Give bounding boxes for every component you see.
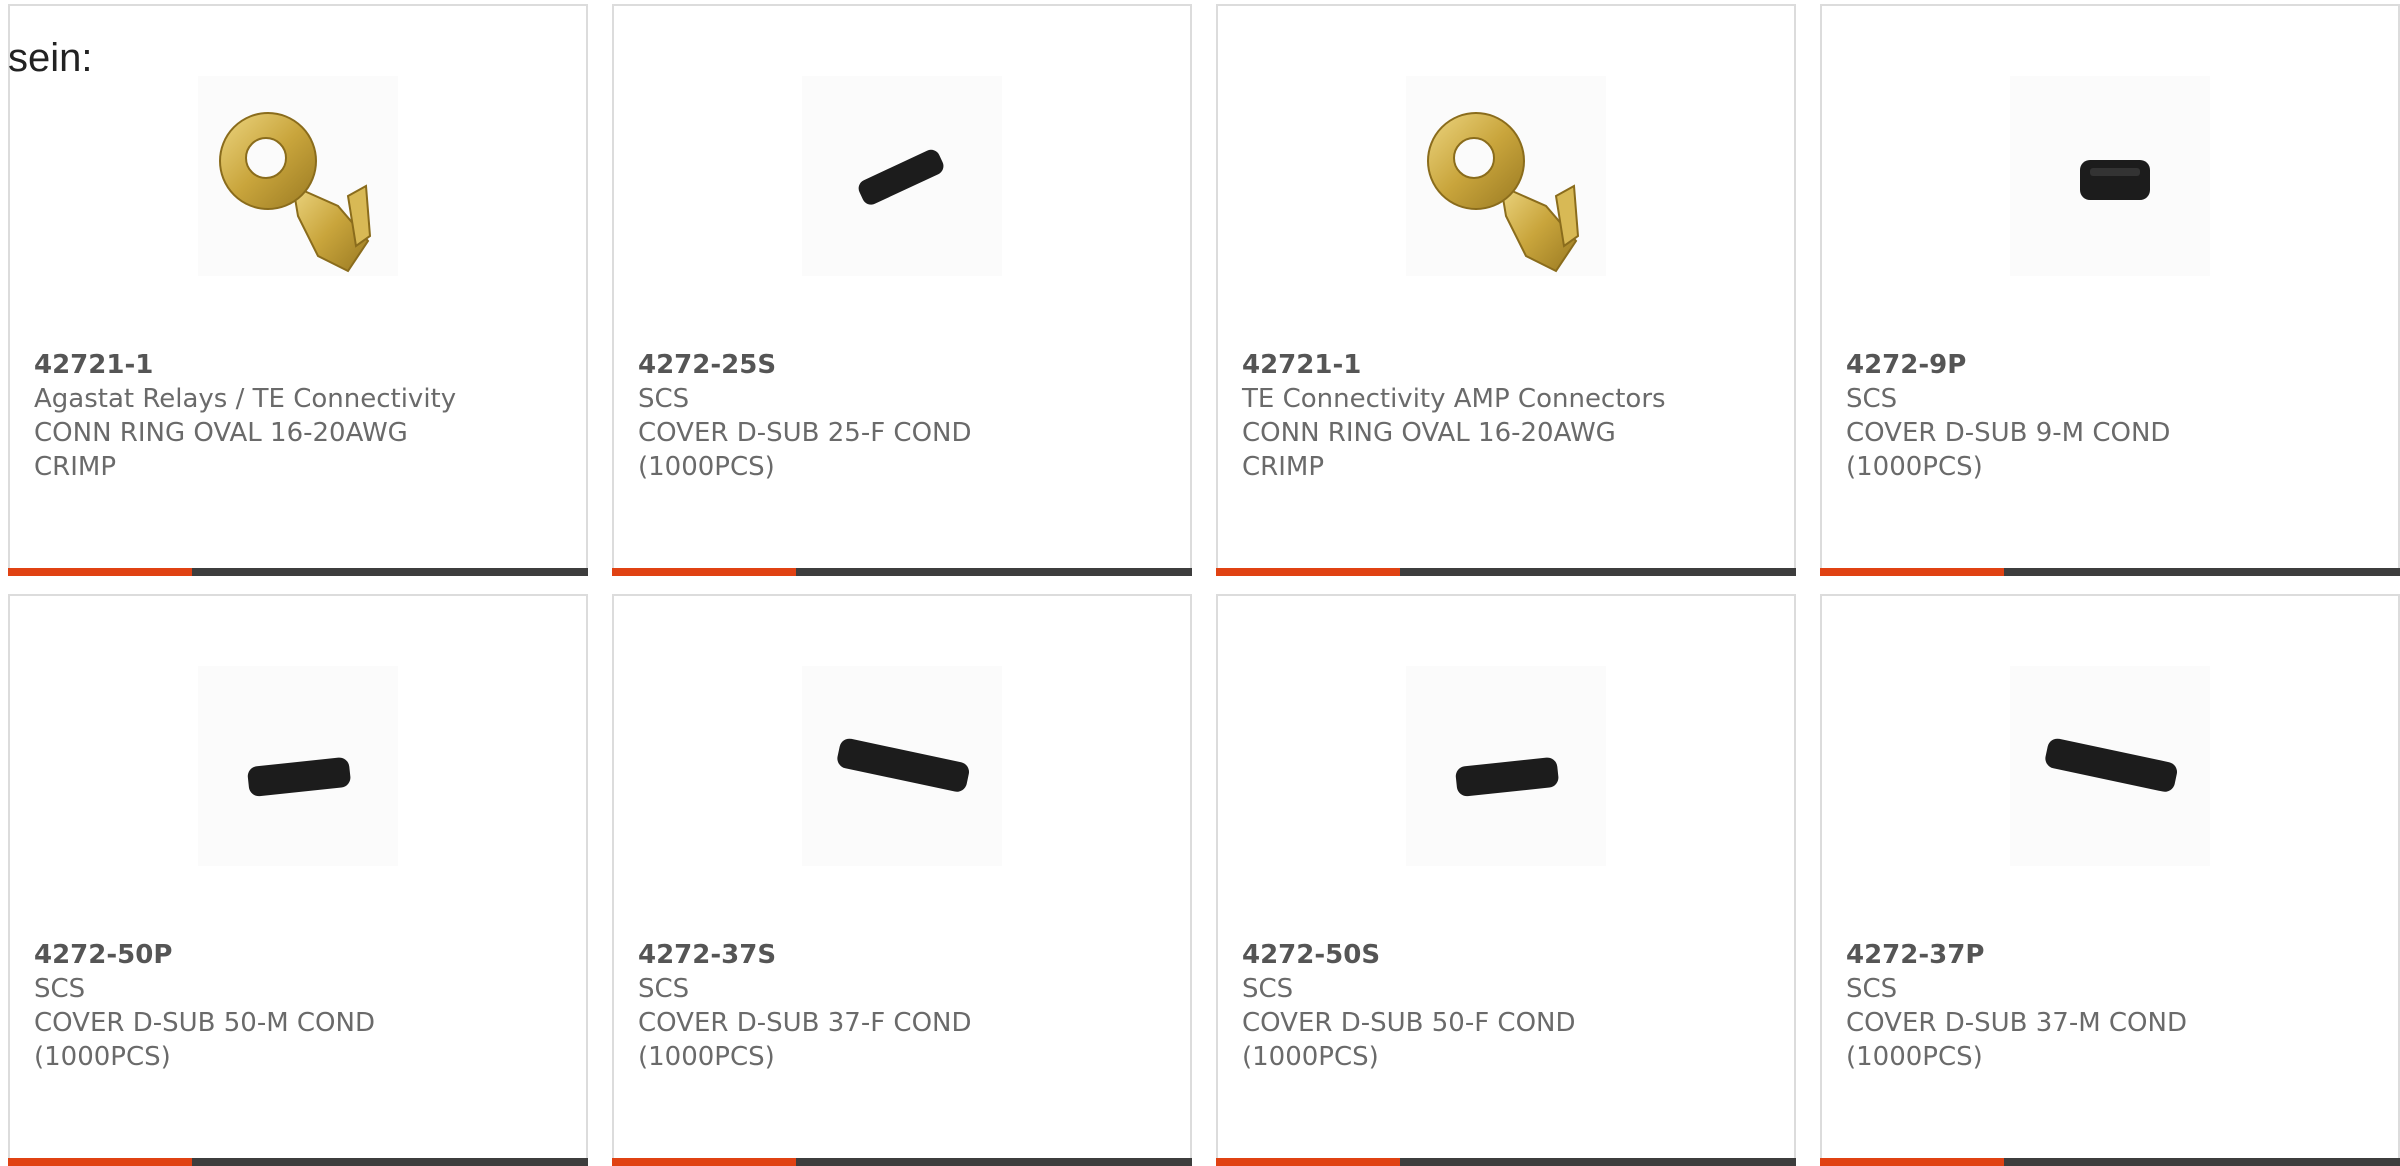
manufacturer: Agastat Relays / TE Connectivity: [34, 384, 457, 414]
card-accent-bar: [1820, 1158, 2004, 1166]
product-info: 4272-37P SCS COVER D-SUB 37-M COND (1000…: [1846, 938, 2374, 1074]
manufacturer: SCS: [1846, 974, 1898, 1004]
card-accent-bar: [1216, 1158, 1400, 1166]
product-image[interactable]: [2010, 666, 2210, 866]
card-footer-bar: [612, 1158, 1192, 1166]
product-info: 42721-1 Agastat Relays / TE Connectivity…: [34, 348, 562, 484]
dsub-cover-icon: [1455, 757, 1559, 797]
card-footer-bar: [8, 1158, 588, 1166]
manufacturer: TE Connectivity AMP Connectors: [1242, 384, 1666, 414]
product-info: 4272-50P SCS COVER D-SUB 50-M COND (1000…: [34, 938, 562, 1074]
dsub-cover-icon: [2045, 738, 2178, 792]
product-card[interactable]: 42721-1 TE Connectivity AMP Connectors C…: [1216, 4, 1796, 576]
product-card[interactable]: 4272-9P SCS COVER D-SUB 9-M COND (1000PC…: [1820, 4, 2400, 576]
product-description: COVER D-SUB 50-M COND (1000PCS): [34, 1008, 375, 1072]
part-number[interactable]: 4272-50P: [34, 938, 562, 972]
card-accent-bar: [8, 568, 192, 576]
product-description: COVER D-SUB 37-M COND (1000PCS): [1846, 1008, 2187, 1072]
card-footer-bar: [1820, 1158, 2400, 1166]
product-card[interactable]: 4272-25S SCS COVER D-SUB 25-F COND (1000…: [612, 4, 1192, 576]
product-card[interactable]: 4272-37S SCS COVER D-SUB 37-F COND (1000…: [612, 594, 1192, 1166]
product-card[interactable]: 42721-1 Agastat Relays / TE Connectivity…: [8, 4, 588, 576]
product-info: 4272-37S SCS COVER D-SUB 37-F COND (1000…: [638, 938, 1166, 1074]
dsub-cover-icon: [858, 149, 944, 205]
product-description: COVER D-SUB 9-M COND (1000PCS): [1846, 418, 2171, 482]
part-number[interactable]: 4272-37P: [1846, 938, 2374, 972]
product-description: COVER D-SUB 25-F COND (1000PCS): [638, 418, 972, 482]
dsub-cover-icon: [2080, 160, 2150, 200]
part-number[interactable]: 4272-50S: [1242, 938, 1770, 972]
part-number[interactable]: 4272-9P: [1846, 348, 2374, 382]
card-footer-bar: [8, 568, 588, 576]
product-image[interactable]: [1406, 76, 1606, 276]
card-footer-bar: [1820, 568, 2400, 576]
card-accent-bar: [1820, 568, 2004, 576]
card-footer-bar: [1216, 568, 1796, 576]
part-number[interactable]: 42721-1: [1242, 348, 1770, 382]
product-description: CONN RING OVAL 16-20AWG CRIMP: [1242, 418, 1616, 482]
product-info: 4272-9P SCS COVER D-SUB 9-M COND (1000PC…: [1846, 348, 2374, 484]
product-image[interactable]: [2010, 76, 2210, 276]
card-accent-bar: [612, 1158, 796, 1166]
product-info: 42721-1 TE Connectivity AMP Connectors C…: [1242, 348, 1770, 484]
card-accent-bar: [8, 1158, 192, 1166]
manufacturer: SCS: [1846, 384, 1898, 414]
product-image[interactable]: [1406, 666, 1606, 866]
product-card[interactable]: 4272-50S SCS COVER D-SUB 50-F COND (1000…: [1216, 594, 1796, 1166]
manufacturer: SCS: [1242, 974, 1294, 1004]
manufacturer: SCS: [34, 974, 86, 1004]
dsub-cover-icon: [247, 757, 351, 797]
product-description: CONN RING OVAL 16-20AWG CRIMP: [34, 418, 408, 482]
card-footer-bar: [612, 568, 1192, 576]
part-number[interactable]: 42721-1: [34, 348, 562, 382]
part-number[interactable]: 4272-25S: [638, 348, 1166, 382]
product-card[interactable]: 4272-50P SCS COVER D-SUB 50-M COND (1000…: [8, 594, 588, 1166]
product-image[interactable]: [802, 76, 1002, 276]
product-image[interactable]: [802, 666, 1002, 866]
product-image[interactable]: [198, 666, 398, 866]
part-number[interactable]: 4272-37S: [638, 938, 1166, 972]
product-description: COVER D-SUB 37-F COND (1000PCS): [638, 1008, 972, 1072]
manufacturer: SCS: [638, 384, 690, 414]
product-description: COVER D-SUB 50-F COND (1000PCS): [1242, 1008, 1576, 1072]
product-image[interactable]: [198, 76, 398, 276]
manufacturer: SCS: [638, 974, 690, 1004]
card-accent-bar: [612, 568, 796, 576]
dsub-cover-icon: [837, 738, 970, 792]
card-accent-bar: [1216, 568, 1400, 576]
product-info: 4272-50S SCS COVER D-SUB 50-F COND (1000…: [1242, 938, 1770, 1074]
card-footer-bar: [1216, 1158, 1796, 1166]
intro-text: sein:: [8, 36, 93, 80]
ring-terminal-icon: [219, 112, 372, 273]
ring-terminal-icon: [1427, 112, 1580, 273]
product-card[interactable]: 4272-37P SCS COVER D-SUB 37-M COND (1000…: [1820, 594, 2400, 1166]
product-info: 4272-25S SCS COVER D-SUB 25-F COND (1000…: [638, 348, 1166, 484]
